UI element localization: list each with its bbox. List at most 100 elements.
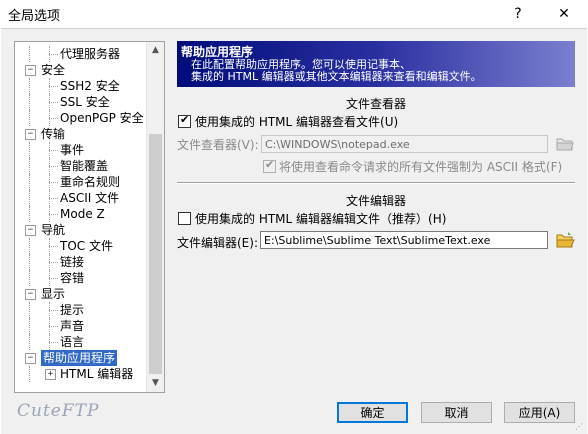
tree-connector (49, 166, 58, 167)
close-button[interactable]: ✕ (549, 3, 579, 25)
tree-item-label[interactable]: 容错 (60, 270, 84, 286)
collapse-icon[interactable]: − (25, 289, 36, 300)
tree-connector (49, 238, 50, 254)
collapse-icon[interactable]: − (25, 65, 36, 76)
tree-connector (49, 182, 58, 183)
tree-scrollbar[interactable]: ▲ ▼ (146, 42, 164, 392)
editor-path-field[interactable]: E:\Sublime\Sublime Text\SublimeText.exe (260, 231, 548, 249)
tree-item-label[interactable]: SSH2 安全 (60, 78, 120, 94)
collapse-icon[interactable]: − (25, 353, 36, 364)
editor-browse-button[interactable] (555, 230, 575, 250)
tree-connector (29, 302, 30, 318)
folder-icon (556, 232, 575, 248)
tree-item-label[interactable]: ASCII 文件 (60, 190, 119, 206)
tree-item-label[interactable]: TOC 文件 (60, 238, 113, 254)
tree-connector (49, 262, 58, 263)
tree-connector (49, 342, 58, 343)
collapse-icon[interactable]: − (25, 225, 36, 236)
folder-icon (556, 138, 574, 151)
checkmark-icon: ✔ (265, 158, 275, 171)
tree-connector (49, 86, 58, 87)
tree-connector (29, 270, 30, 286)
cancel-button[interactable]: 取消 (421, 402, 492, 423)
resize-grip-icon[interactable]: ⋰ (575, 422, 585, 432)
viewer-field-label: 文件查看器(V): (177, 138, 259, 152)
tree-connector (29, 110, 30, 126)
tree-connector (29, 366, 30, 382)
tree-item-label[interactable]: Mode Z (60, 206, 105, 222)
tree-connector (29, 318, 30, 334)
force-ascii-checkbox[interactable]: ✔ (263, 158, 276, 173)
scroll-down-arrow[interactable]: ▼ (147, 375, 164, 392)
tree-connector (49, 326, 58, 327)
tree-connector (49, 150, 58, 151)
tree-connector (29, 238, 30, 254)
tree-item-label[interactable]: HTML 编辑器 (60, 366, 133, 382)
tree-connector (49, 118, 58, 119)
category-tree[interactable]: + HTML 编辑器 − 帮助应用程序 语言 声音 提示 − 显示 容错 链接 TOC 文件 − 导航 Mo… (14, 41, 165, 393)
tree-connector (49, 206, 50, 222)
tree-connector (49, 46, 50, 62)
editor-section-title: 文件编辑器 (345, 194, 406, 208)
force-ascii-label[interactable]: 将使用查看命令请求的所有文件强制为 ASCII 格式(F) (279, 158, 562, 175)
tree-connector (49, 174, 50, 190)
tree-item-label[interactable]: 代理服务器 (60, 46, 120, 62)
tree-connector (29, 334, 30, 350)
tree-connector (29, 142, 30, 158)
tree-connector (49, 110, 50, 126)
tree-connector (49, 310, 58, 311)
use-integrated-viewer-checkbox[interactable]: ✔ (178, 113, 191, 128)
tree-connector (29, 174, 30, 190)
tree-item-label[interactable]: 语言 (60, 334, 84, 350)
tree-connector (49, 142, 50, 158)
tree-item-label[interactable]: 导航 (41, 222, 65, 238)
tree-item-label[interactable]: 事件 (60, 142, 84, 158)
tree-connector (29, 78, 30, 94)
use-integrated-editor-label[interactable]: 使用集成的 HTML 编辑器编辑文件（推荐）(H) (195, 210, 446, 227)
viewer-path-field[interactable]: C:\WINDOWS\notepad.exe (261, 135, 548, 153)
tree-item-label[interactable]: 帮助应用程序 (41, 350, 118, 366)
tree-item-label[interactable]: 显示 (41, 286, 65, 302)
cuteftp-logo: CuteFTP (17, 401, 100, 421)
viewer-browse-button[interactable] (555, 133, 575, 153)
section-header: 帮助应用程序 在此配置帮助应用程序。您可以使用记事本、 集成的 HTML 编辑器… (177, 41, 575, 87)
tree-item-label[interactable]: OpenPGP 安全 (60, 110, 144, 126)
help-button[interactable]: ? (503, 3, 533, 25)
tree-item-label[interactable]: 智能覆盖 (60, 158, 108, 174)
tree-connector (49, 318, 50, 334)
ok-button[interactable]: 确定 (337, 402, 408, 423)
tree-connector (49, 302, 50, 318)
tree-connector (49, 198, 58, 199)
tree-connector (49, 94, 50, 110)
scroll-thumb[interactable] (149, 134, 162, 374)
viewer-section-title: 文件查看器 (345, 97, 406, 111)
tree-connector (29, 190, 30, 206)
options-dialog: + HTML 编辑器 − 帮助应用程序 语言 声音 提示 − 显示 容错 链接 TOC 文件 − 导航 Mo… (1, 28, 587, 434)
tree-connector (49, 78, 50, 94)
tree-item-label[interactable]: 重命名规则 (60, 174, 120, 190)
tree-item-label[interactable]: 提示 (60, 302, 84, 318)
tree-connector (49, 246, 58, 247)
tree-connector (29, 254, 30, 270)
tree-connector (49, 270, 50, 286)
tree-item-label[interactable]: SSL 安全 (60, 94, 110, 110)
tree-connector (49, 278, 58, 279)
tree-connector (49, 334, 50, 350)
apply-button[interactable]: 应用(A) (504, 402, 575, 423)
tree-connector (49, 190, 50, 206)
header-desc-line2: 集成的 HTML 编辑器或其他文本编辑器来查看和编辑文件。 (191, 70, 482, 83)
use-integrated-viewer-label[interactable]: 使用集成的 HTML 编辑器查看文件(U) (195, 113, 398, 130)
tree-connector (29, 46, 30, 62)
checkmark-icon: ✔ (180, 113, 190, 126)
expand-icon[interactable]: + (45, 369, 56, 380)
title-bar: 全局选项 ? ✕ (0, 0, 588, 28)
use-integrated-editor-checkbox[interactable] (178, 212, 191, 225)
tree-item-label[interactable]: 声音 (60, 318, 84, 334)
tree-item-label[interactable]: 链接 (60, 254, 84, 270)
tree-item-label[interactable]: 传输 (41, 126, 65, 142)
collapse-icon[interactable]: − (25, 129, 36, 140)
tree-connector (29, 206, 30, 222)
tree-item-label[interactable]: 安全 (41, 62, 65, 78)
tree-connector (29, 94, 30, 110)
scroll-up-arrow[interactable]: ▲ (147, 42, 164, 59)
